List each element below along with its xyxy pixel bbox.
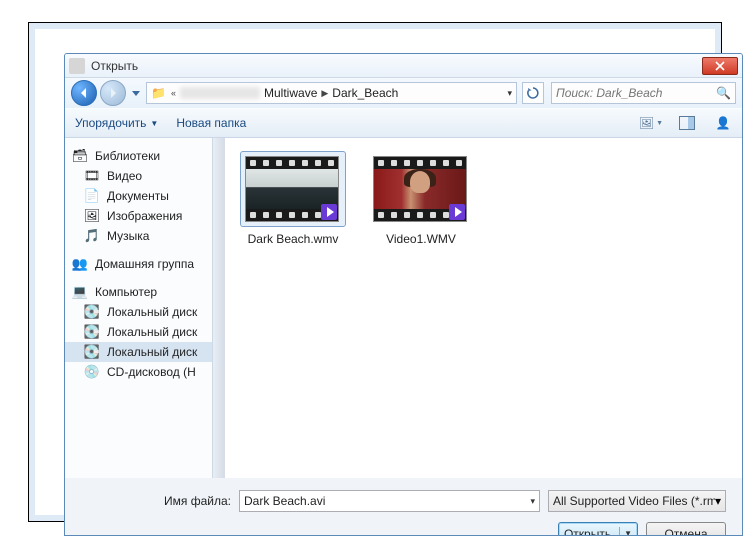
play-icon: [321, 204, 337, 220]
file-thumbnail: [373, 156, 467, 222]
forward-button[interactable]: [100, 80, 126, 106]
filename-input[interactable]: Dark Beach.avi ▾: [239, 490, 540, 512]
music-icon: 🎵: [83, 228, 101, 244]
folder-icon: 📁: [151, 86, 167, 100]
libraries-icon: 🗃: [71, 148, 89, 164]
tree-cd[interactable]: 💿CD-дисковод (H: [65, 362, 224, 382]
preview-pane-button[interactable]: [678, 114, 696, 132]
tree-computer[interactable]: 💻Компьютер: [65, 282, 224, 302]
titlebar: Открыть: [65, 54, 742, 78]
cd-icon: 💿: [83, 364, 101, 380]
path-dropdown[interactable]: ▾: [507, 88, 512, 99]
back-button[interactable]: [71, 80, 97, 106]
tree-splitter[interactable]: [212, 138, 224, 478]
open-button[interactable]: Открыть▼: [558, 522, 638, 536]
chevron-right-icon: ▶: [321, 88, 328, 99]
search-input[interactable]: [556, 86, 716, 100]
address-bar[interactable]: 📁 « Multiwave ▶ Dark_Beach ▾: [146, 82, 517, 104]
search-box[interactable]: 🔍: [551, 82, 736, 104]
file-list[interactable]: Dark Beach.wmv Video1.WMV: [225, 138, 742, 478]
tree-disk[interactable]: 💽Локальный диск: [65, 302, 224, 322]
file-name: Dark Beach.wmv: [241, 232, 345, 246]
new-folder-label: Новая папка: [176, 116, 246, 130]
tree-images[interactable]: 🖼Изображения: [65, 206, 224, 226]
view-options-button[interactable]: 🖼▼: [642, 114, 660, 132]
play-icon: [449, 204, 465, 220]
organize-label: Упорядочить: [75, 116, 146, 130]
tree-documents[interactable]: 📄Документы: [65, 186, 224, 206]
file-item-selected[interactable]: Dark Beach.wmv: [241, 152, 345, 246]
close-icon: [715, 61, 725, 71]
filetype-filter[interactable]: All Supported Video Files (*.rm; ▾: [548, 490, 726, 512]
close-button[interactable]: [702, 57, 738, 75]
cancel-button[interactable]: Отмена: [646, 522, 726, 536]
homegroup-icon: 👥: [71, 256, 89, 272]
tree-disk[interactable]: 💽Локальный диск: [65, 322, 224, 342]
new-folder-button[interactable]: Новая папка: [176, 116, 246, 130]
disk-icon: 💽: [83, 344, 101, 360]
video-icon: 🎞: [83, 168, 101, 184]
tree-libraries[interactable]: 🗃Библиотеки: [65, 146, 224, 166]
file-item[interactable]: Video1.WMV: [369, 152, 473, 246]
window-title: Открыть: [91, 59, 138, 73]
chevron-down-icon[interactable]: ▼: [624, 529, 632, 536]
navigation-bar: 📁 « Multiwave ▶ Dark_Beach ▾ 🔍: [65, 78, 742, 108]
chevron-down-icon: ▼: [150, 119, 158, 128]
computer-icon: 💻: [71, 284, 89, 300]
path-segment[interactable]: Multiwave: [264, 86, 317, 100]
disk-icon: 💽: [83, 324, 101, 340]
dialog-body: 🗃Библиотеки 🎞Видео 📄Документы 🖼Изображен…: [65, 138, 742, 478]
dialog-footer: Имя файла: Dark Beach.avi ▾ All Supporte…: [65, 478, 742, 536]
tree-video[interactable]: 🎞Видео: [65, 166, 224, 186]
documents-icon: 📄: [83, 188, 101, 204]
disk-icon: 💽: [83, 304, 101, 320]
chevron-down-icon[interactable]: ▾: [715, 494, 721, 508]
open-file-dialog: Открыть 📁 « Multiwave ▶ Dark_Beach ▾ 🔍 У…: [64, 53, 743, 536]
refresh-button[interactable]: [522, 82, 544, 104]
history-dropdown[interactable]: [129, 82, 143, 104]
navigation-tree[interactable]: 🗃Библиотеки 🎞Видео 📄Документы 🖼Изображен…: [65, 138, 225, 478]
file-name: Video1.WMV: [369, 232, 473, 246]
search-icon: 🔍: [716, 86, 731, 100]
file-thumbnail: [245, 156, 339, 222]
app-icon: [69, 58, 85, 74]
filename-value: Dark Beach.avi: [244, 494, 530, 508]
tree-disk-selected[interactable]: 💽Локальный диск: [65, 342, 224, 362]
tree-homegroup[interactable]: 👥Домашняя группа: [65, 254, 224, 274]
path-segment-hidden: [180, 87, 260, 99]
help-button[interactable]: 👤: [714, 114, 732, 132]
filename-label: Имя файла:: [81, 494, 231, 508]
tree-music[interactable]: 🎵Музыка: [65, 226, 224, 246]
path-segment[interactable]: Dark_Beach: [332, 86, 398, 100]
toolbar: Упорядочить ▼ Новая папка 🖼▼ 👤: [65, 108, 742, 138]
chevron-down-icon[interactable]: ▾: [530, 496, 535, 507]
refresh-icon: [526, 86, 540, 100]
organize-menu[interactable]: Упорядочить ▼: [75, 116, 158, 130]
images-icon: 🖼: [83, 208, 101, 224]
filter-value: All Supported Video Files (*.rm;: [553, 494, 715, 508]
chevron-icon: «: [171, 88, 176, 98]
